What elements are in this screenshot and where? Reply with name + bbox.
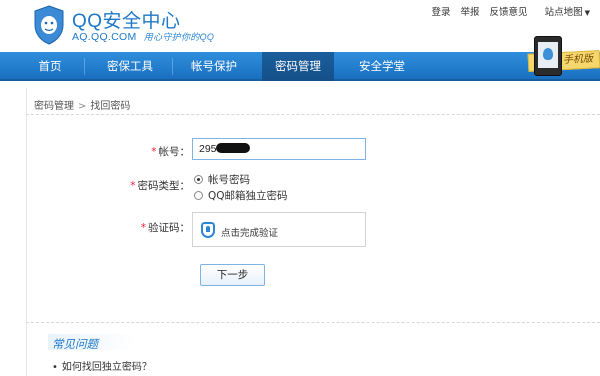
site-header: QQ安全中心 AQ.QQ.COM 用心守护你的QQ 登录 举报 反馈意见 站点地… [0,0,600,52]
brand-title[interactable]: QQ安全中心 [72,6,181,33]
faq-item-text: 如何找回独立密码？ [61,362,152,373]
radio-qq-mail-password-label: QQ邮箱独立密码 [208,190,288,202]
breadcrumb-current: 找回密码 [90,101,131,112]
nav-item-security-school[interactable]: 安全学堂 [344,52,420,81]
chevron-down-icon: ▼ [584,9,590,17]
top-link-feedback[interactable]: 反馈意见 [490,7,528,18]
top-link-login[interactable]: 登录 [431,7,450,18]
password-type-label-text: 密码类型： [137,180,191,192]
main-nav: 首页 密保工具 帐号保护 密码管理 安全学堂 [0,52,600,81]
password-type-label: * 密码类型： [120,178,190,193]
content-left-border [26,88,27,376]
faq-item[interactable]: • 如何找回独立密码？ [52,358,152,373]
page: QQ安全中心 AQ.QQ.COM 用心守护你的QQ 登录 举报 反馈意见 站点地… [0,0,600,376]
nav-item-security-tools[interactable]: 密保工具 [92,52,168,81]
brand-slogan: 用心守护你的QQ [143,32,215,42]
faq-title: 常见问题 [52,337,98,351]
breadcrumb-separator: > [78,101,87,112]
required-mark: * [130,180,136,192]
nav-item-account-protection[interactable]: 帐号保护 [176,52,252,81]
radio-checked-icon[interactable] [194,175,203,184]
radio-unchecked-icon[interactable] [194,191,203,200]
nav-separator [84,58,85,75]
top-link-sitemap[interactable]: 站点地图 ▼ [538,7,590,18]
mobile-phone-icon[interactable] [534,36,562,76]
radio-qq-mail-password[interactable]: QQ邮箱独立密码 [194,188,288,203]
account-label: * 帐号： [120,144,190,159]
next-step-button[interactable]: 下一步 [200,264,265,286]
captcha-label-text: 验证码： [148,222,190,234]
nav-separator [172,58,173,75]
breadcrumb-parent[interactable]: 密码管理 [34,101,74,112]
captcha-verify-box[interactable]: 点击完成验证 [192,212,366,247]
shield-verify-icon [201,222,215,238]
brand-domain-line: AQ.QQ.COM 用心守护你的QQ [72,30,214,43]
top-link-sitemap-label: 站点地图 [544,7,583,18]
divider [26,114,600,115]
top-link-report[interactable]: 举报 [461,7,480,18]
account-label-text: 帐号： [158,146,191,158]
redacted-mask [216,143,250,153]
divider [26,322,600,323]
captcha-verify-text: 点击完成验证 [221,228,279,239]
captcha-label: * 验证码： [120,220,190,235]
required-mark: * [151,146,157,158]
nav-item-home[interactable]: 首页 [22,52,78,81]
brand-domain: AQ.QQ.COM [72,31,137,43]
nav-item-password-management[interactable]: 密码管理 [262,52,334,81]
breadcrumb: 密码管理 > 找回密码 [34,97,130,112]
qq-shield-logo-icon[interactable] [33,5,65,45]
required-mark: * [140,222,146,234]
radio-account-password-label: 帐号密码 [208,174,250,186]
radio-account-password[interactable]: 帐号密码 [194,172,250,187]
top-links: 登录 举报 反馈意见 站点地图 ▼ [424,4,590,18]
bullet-icon: • [52,362,58,373]
